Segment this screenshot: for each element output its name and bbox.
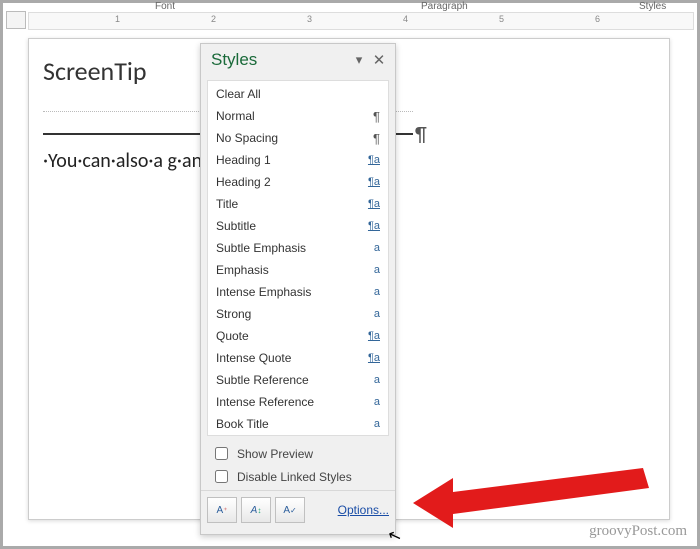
style-item[interactable]: Quote¶a <box>208 325 388 347</box>
char-style-icon: a <box>360 286 380 298</box>
style-item-label: Heading 2 <box>216 175 360 189</box>
style-item-label: Intense Emphasis <box>216 285 360 299</box>
styles-pane-title: Styles <box>211 50 349 70</box>
styles-pane: Styles ▾ ✕ Clear AllNormal¶No Spacing¶He… <box>200 43 396 535</box>
style-item[interactable]: Intense Referencea <box>208 391 388 413</box>
style-item[interactable]: Subtle Referencea <box>208 369 388 391</box>
style-item-label: Emphasis <box>216 263 360 277</box>
pilcrow-icon: ¶ <box>360 131 380 146</box>
styles-list: Clear AllNormal¶No Spacing¶Heading 1¶aHe… <box>207 80 389 436</box>
style-item[interactable]: Clear All <box>208 83 388 105</box>
style-item[interactable]: Book Titlea <box>208 413 388 435</box>
style-item-label: Intense Reference <box>216 395 360 409</box>
style-item[interactable]: Subtle Emphasisa <box>208 237 388 259</box>
style-item-label: Heading 1 <box>216 153 360 167</box>
disable-linked-checkbox[interactable]: Disable Linked Styles <box>211 467 389 486</box>
linked-style-icon: ¶a <box>360 220 380 232</box>
style-item[interactable]: Title¶a <box>208 193 388 215</box>
linked-style-icon: ¶a <box>360 352 380 364</box>
char-style-icon: a <box>360 396 380 408</box>
linked-style-icon: ¶a <box>360 198 380 210</box>
style-item-label: Subtle Reference <box>216 373 360 387</box>
char-style-icon: a <box>360 242 380 254</box>
cursor-pointer-icon: ↖ <box>385 524 404 547</box>
horizontal-ruler[interactable]: 1 2 3 4 5 6 <box>28 12 694 30</box>
style-item[interactable]: Heading 1¶a <box>208 149 388 171</box>
char-style-icon: a <box>360 308 380 320</box>
show-preview-checkbox[interactable]: Show Preview <box>211 444 389 463</box>
page-title: ScreenTip <box>43 55 147 87</box>
disable-linked-input[interactable] <box>215 470 228 483</box>
style-item-label: Quote <box>216 329 360 343</box>
linked-style-icon: ¶a <box>360 154 380 166</box>
style-item-label: Title <box>216 197 360 211</box>
style-item[interactable]: Stronga <box>208 303 388 325</box>
style-item[interactable]: Intense Emphasisa <box>208 281 388 303</box>
watermark: groovyPost.com <box>589 523 687 540</box>
char-style-icon: a <box>360 374 380 386</box>
paragraph-mark: ¶ <box>415 123 427 147</box>
style-item[interactable]: Heading 2¶a <box>208 171 388 193</box>
char-style-icon: a <box>360 418 380 430</box>
manage-styles-button[interactable]: A✓ <box>275 497 305 523</box>
style-item-label: Subtle Emphasis <box>216 241 360 255</box>
style-item[interactable]: Subtitle¶a <box>208 215 388 237</box>
new-style-button[interactable]: A⁺ <box>207 497 237 523</box>
style-item-label: Intense Quote <box>216 351 360 365</box>
style-item[interactable]: Intense Quote¶a <box>208 347 388 369</box>
show-preview-label: Show Preview <box>237 447 313 461</box>
disable-linked-label: Disable Linked Styles <box>237 470 352 484</box>
style-item-label: Book Title <box>216 417 360 431</box>
style-item[interactable]: No Spacing¶ <box>208 127 388 149</box>
pane-menu-icon[interactable]: ▾ <box>349 52 369 68</box>
options-link[interactable]: Options... <box>338 503 389 517</box>
linked-style-icon: ¶a <box>360 176 380 188</box>
linked-style-icon: ¶a <box>360 330 380 342</box>
pilcrow-icon: ¶ <box>360 109 380 124</box>
style-item-label: No Spacing <box>216 131 360 145</box>
style-inspector-button[interactable]: A↕ <box>241 497 271 523</box>
char-style-icon: a <box>360 264 380 276</box>
qat-dropdown[interactable] <box>6 11 26 29</box>
style-item[interactable]: Emphasisa <box>208 259 388 281</box>
close-icon[interactable]: ✕ <box>369 51 389 69</box>
style-item-label: Normal <box>216 109 360 123</box>
style-item-label: Subtitle <box>216 219 360 233</box>
style-item-label: Clear All <box>216 87 360 101</box>
style-item-label: Strong <box>216 307 360 321</box>
style-item[interactable]: Normal¶ <box>208 105 388 127</box>
show-preview-input[interactable] <box>215 447 228 460</box>
style-item[interactable]: List Paragraph¶ <box>208 435 388 436</box>
